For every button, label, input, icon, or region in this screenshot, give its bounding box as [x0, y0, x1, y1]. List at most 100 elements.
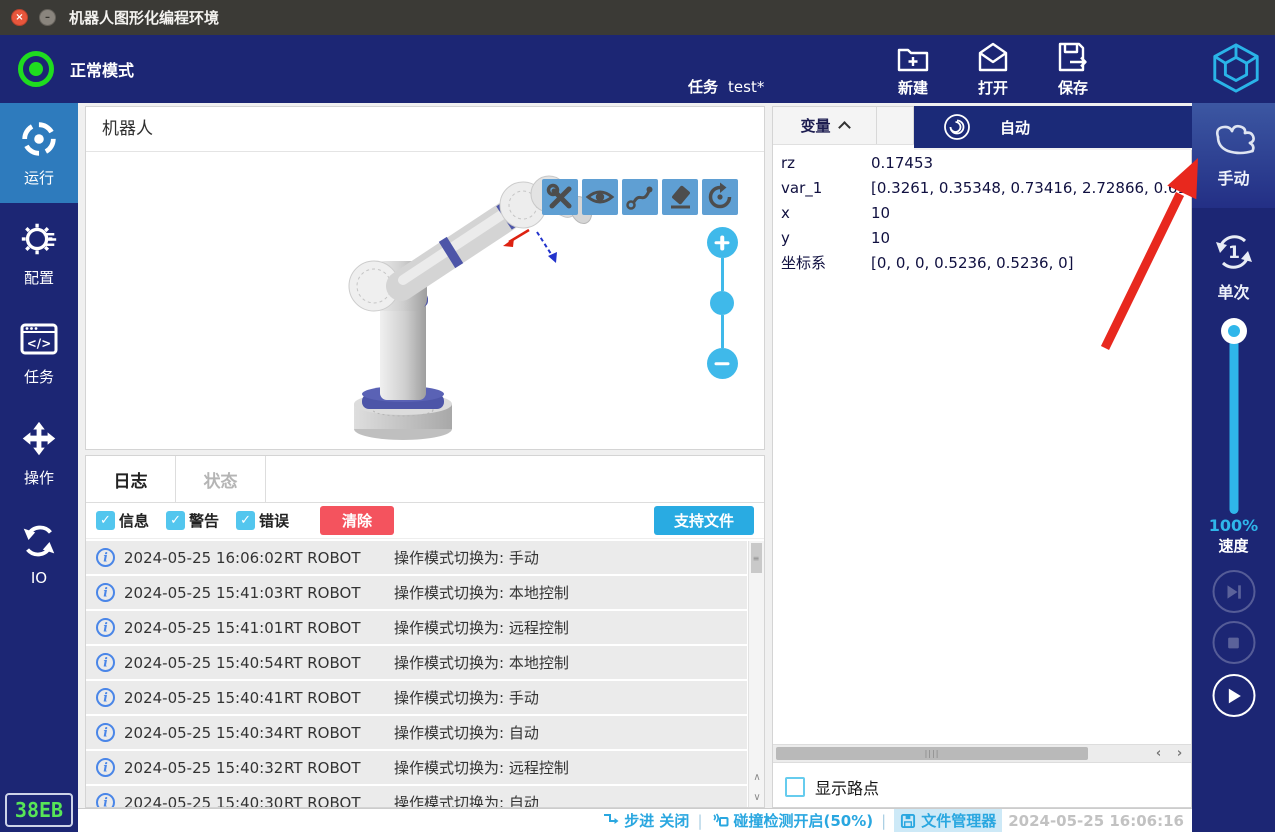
repeat-once-icon: 1 — [1211, 229, 1257, 275]
hand-icon — [1209, 122, 1259, 160]
mode-indicator: 正常模式 — [18, 51, 134, 87]
warning-checkbox[interactable] — [166, 511, 185, 530]
log-scrollbar-thumb[interactable]: ≡ — [751, 543, 762, 573]
play-icon — [1222, 684, 1246, 708]
variables-hscrollbar[interactable]: |||| ‹ › — [773, 744, 1191, 763]
log-row[interactable]: 2024-05-25 15:40:34RT ROBOT操作模式切换为: 自动 — [86, 716, 747, 749]
tools-button[interactable] — [542, 179, 578, 215]
info-circle-icon — [96, 548, 115, 567]
zoom-track — [721, 258, 724, 291]
step-mode-status[interactable]: 步进 关闭 — [602, 810, 689, 831]
single-cycle-button[interactable]: 1 单次 — [1192, 221, 1275, 311]
folder-plus-icon — [895, 40, 931, 76]
mode-label: 正常模式 — [70, 57, 134, 81]
sidebar-item-config[interactable]: 配置 — [0, 203, 78, 303]
log-list[interactable]: 2024-05-25 16:06:02RT ROBOT操作模式切换为: 手动 2… — [86, 541, 747, 807]
log-row[interactable]: 2024-05-25 15:40:54RT ROBOT操作模式切换为: 本地控制 — [86, 646, 747, 679]
step-forward-button[interactable] — [1212, 570, 1255, 613]
speed-label: 速度 — [1192, 536, 1275, 557]
filter-info[interactable]: 信息 — [96, 510, 149, 531]
scroll-down-button[interactable]: ∨ — [749, 788, 765, 807]
sidebar-item-task[interactable]: </> 任务 — [0, 303, 78, 403]
eye-icon — [583, 180, 617, 214]
zoom-track — [721, 315, 724, 348]
sidebar-item-operate[interactable]: 操作 — [0, 403, 78, 503]
tab-status[interactable]: 状态 — [176, 456, 266, 502]
log-row[interactable]: 2024-05-25 15:40:41RT ROBOT操作模式切换为: 手动 — [86, 681, 747, 714]
speed-slider-handle[interactable] — [1221, 318, 1247, 344]
scroll-left-button[interactable]: ‹ — [1148, 745, 1169, 762]
mode-dropdown-item-auto[interactable]: 自动 — [914, 106, 1192, 150]
path-button[interactable] — [622, 179, 658, 215]
zoom-slider-handle[interactable] — [710, 291, 734, 315]
open-task-button[interactable]: 打开 — [962, 40, 1024, 98]
support-files-button[interactable]: 支持文件 — [654, 506, 754, 535]
variable-row[interactable]: var_1[0.3261, 0.35348, 0.73416, 2.72866,… — [773, 175, 1191, 200]
zoom-out-button[interactable] — [707, 348, 738, 379]
window-title: 机器人图形化编程环境 — [69, 7, 219, 28]
gear-icon — [18, 218, 60, 260]
filter-warning[interactable]: 警告 — [166, 510, 219, 531]
save-task-button[interactable]: 保存 — [1042, 40, 1104, 98]
filter-error[interactable]: 错误 — [236, 510, 289, 531]
info-checkbox[interactable] — [96, 511, 115, 530]
log-row[interactable]: 2024-05-25 15:40:32RT ROBOT操作模式切换为: 远程控制 — [86, 751, 747, 784]
info-circle-icon — [96, 758, 115, 777]
right-sidebar: 手动 1 单次 100% 速度 — [1192, 103, 1275, 832]
new-task-button[interactable]: 新建 — [882, 40, 944, 98]
file-manager-button[interactable]: 文件管理器 — [894, 809, 1002, 832]
sidebar-item-io[interactable]: IO — [0, 503, 78, 603]
log-row[interactable]: 2024-05-25 15:41:01RT ROBOT操作模式切换为: 远程控制 — [86, 611, 747, 644]
collision-status[interactable]: 碰撞检测开启(50%) — [711, 810, 874, 831]
variable-row[interactable]: y10 — [773, 225, 1191, 250]
minimize-icon[interactable]: – — [39, 9, 56, 26]
run-target-icon — [18, 118, 60, 160]
speed-slider-track[interactable] — [1229, 331, 1238, 514]
titlebar: × – 机器人图形化编程环境 — [0, 0, 1275, 35]
crossed-tools-icon — [543, 180, 577, 214]
step-icon — [602, 813, 619, 828]
visibility-button[interactable] — [582, 179, 618, 215]
speed-value: 100% — [1192, 515, 1275, 536]
info-circle-icon — [96, 793, 115, 807]
error-checkbox[interactable] — [236, 511, 255, 530]
play-button[interactable] — [1212, 674, 1255, 717]
tab-log[interactable]: 日志 — [86, 456, 176, 502]
statusbar: 步进 关闭 | 碰撞检测开启(50%) | — [78, 808, 1192, 832]
auto-spiral-icon — [942, 112, 972, 142]
variable-row[interactable]: x10 — [773, 200, 1191, 225]
file-manager-icon — [900, 813, 916, 829]
center-region: 机器人 — [78, 103, 1192, 832]
reset-view-button[interactable] — [702, 179, 738, 215]
app-window: × – 机器人图形化编程环境 正常模式 任务 test* 配置 default … — [0, 0, 1275, 832]
clock-time: 2024-05-25 16:06:16 — [1008, 812, 1184, 830]
variable-row[interactable]: 坐标系[0, 0, 0, 0.5236, 0.5236, 0] — [773, 250, 1191, 275]
view-toolbar — [542, 179, 738, 215]
zoom-in-button[interactable] — [707, 227, 738, 258]
scroll-up-button[interactable]: ∧ — [749, 768, 765, 787]
erase-button[interactable] — [662, 179, 698, 215]
header: 正常模式 任务 test* 配置 default 新建 — [0, 35, 1275, 103]
log-row[interactable]: 2024-05-25 15:40:30RT ROBOT操作模式切换为: 自动 — [86, 786, 747, 807]
manual-mode-button[interactable]: 手动 — [1192, 103, 1275, 208]
log-row[interactable]: 2024-05-25 15:41:03RT ROBOT操作模式切换为: 本地控制 — [86, 576, 747, 609]
sidebar-item-run[interactable]: 运行 — [0, 103, 78, 203]
show-waypoints-checkbox[interactable] — [785, 777, 805, 797]
left-sidebar: 运行 配置 </> — [0, 103, 78, 832]
log-scrollbar[interactable]: ≡ ∧ ∨ — [748, 541, 764, 807]
scroll-right-button[interactable]: › — [1169, 745, 1190, 762]
log-row[interactable]: 2024-05-25 16:06:02RT ROBOT操作模式切换为: 手动 — [86, 541, 747, 574]
robot-3d-view[interactable] — [86, 153, 764, 449]
variable-row[interactable]: rz0.17453 — [773, 150, 1191, 175]
clear-logs-button[interactable]: 清除 — [320, 506, 394, 535]
variables-table: rz0.17453 var_1[0.3261, 0.35348, 0.73416… — [773, 145, 1191, 275]
tab-variables[interactable]: 变量 — [773, 107, 877, 144]
curve-points-icon — [623, 180, 657, 214]
tab-extra[interactable] — [877, 107, 914, 144]
close-icon[interactable]: × — [11, 9, 28, 26]
log-filters: 信息 警告 错误 清除 支持文件 — [86, 503, 764, 539]
stop-button[interactable] — [1212, 621, 1255, 664]
svg-text:1: 1 — [1228, 243, 1240, 263]
open-envelope-icon — [975, 40, 1011, 76]
hscrollbar-thumb[interactable]: |||| — [776, 747, 1088, 760]
